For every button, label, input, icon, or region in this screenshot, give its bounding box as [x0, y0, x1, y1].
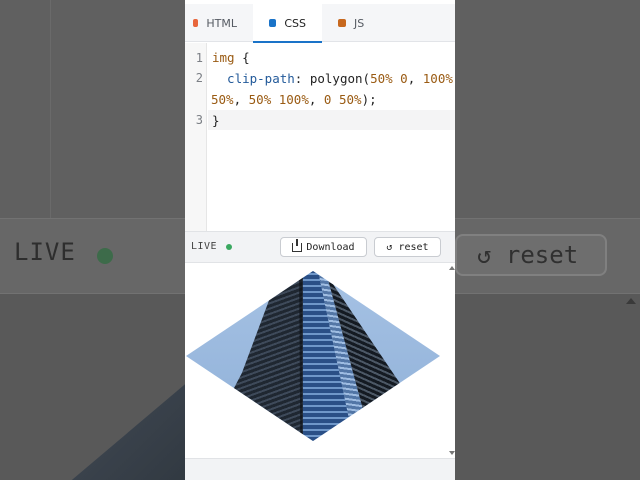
download-button[interactable]: Download	[280, 237, 367, 257]
css-square-icon	[269, 19, 277, 27]
code-editor[interactable]: 1 2 3 img { clip-path: polygon(50% 0, 10…	[185, 43, 455, 231]
line-number-gutter: 1 2 3	[185, 43, 207, 231]
tab-html-label: HTML	[206, 16, 237, 30]
code-text: ,	[308, 92, 324, 107]
download-icon	[292, 238, 303, 252]
language-tabs: HTML CSS JS	[185, 4, 455, 43]
active-line-highlight	[208, 110, 455, 130]
code-value: 100%	[422, 71, 453, 86]
js-square-icon	[338, 19, 346, 27]
tab-css-label: CSS	[284, 16, 306, 30]
live-status-dot-icon	[226, 244, 232, 250]
live-preview	[185, 263, 455, 458]
background-live-label: LIVE	[14, 238, 76, 266]
css-selector: img	[212, 50, 235, 65]
line-number: 2	[195, 71, 203, 85]
scroll-up-icon[interactable]	[449, 266, 455, 270]
building-center-facade	[302, 271, 354, 441]
code-text: ,	[407, 71, 423, 86]
status-bar	[185, 458, 455, 480]
download-button-label: Download	[306, 241, 355, 253]
html-square-icon	[193, 19, 199, 27]
live-label: LIVE	[191, 241, 218, 252]
code-value: 0 50%	[323, 92, 362, 107]
preview-toolbar: LIVE Download ↺ reset	[185, 231, 455, 263]
background-scroll-caret-icon	[626, 298, 636, 304]
code-line-1: img {	[212, 50, 250, 65]
reset-button[interactable]: ↺ reset	[374, 237, 441, 257]
tab-js-label: JS	[354, 16, 365, 30]
code-text: ,	[233, 92, 249, 107]
code-brace: {	[234, 50, 250, 65]
clipped-building-image	[186, 271, 440, 441]
scroll-down-icon[interactable]	[449, 451, 455, 455]
css-property: clip-path	[212, 71, 295, 86]
code-value: 50% 0	[370, 71, 408, 86]
background-gutter-line	[50, 0, 51, 218]
tab-html[interactable]: HTML	[185, 4, 253, 42]
code-line-2: clip-path: polygon(50% 0, 100%	[212, 71, 453, 86]
code-text: : polygon(	[294, 71, 371, 86]
tab-css[interactable]: CSS	[253, 4, 322, 43]
background-live-dot	[97, 248, 113, 264]
line-number: 3	[195, 113, 203, 127]
code-brace: }	[212, 113, 220, 128]
tab-js[interactable]: JS	[322, 4, 392, 42]
code-line-2-wrap: 50%, 50% 100%, 0 50%);	[211, 92, 377, 107]
code-value: 50% 100%	[248, 92, 309, 107]
line-number: 1	[195, 51, 203, 65]
background-reset-button: ↺ reset	[455, 234, 607, 276]
code-text: );	[361, 92, 377, 107]
code-line-3: }	[212, 113, 220, 128]
code-value: 50%	[211, 92, 234, 107]
code-playground-panel: HTML CSS JS 1 2 3 img { clip-path: polyg…	[185, 0, 455, 480]
reset-button-label: ↺ reset	[386, 241, 429, 253]
